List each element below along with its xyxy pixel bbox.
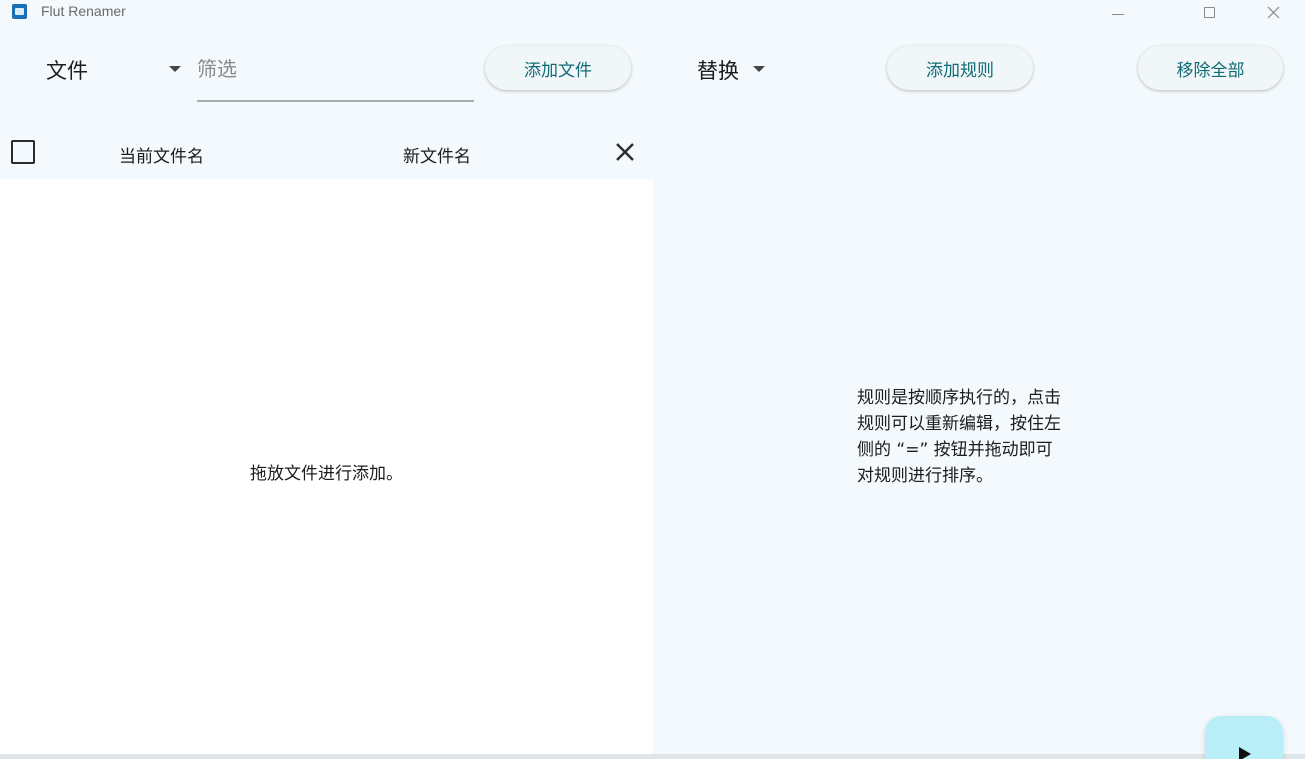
- column-current-filename: 当前文件名: [119, 147, 204, 167]
- app-icon: [12, 4, 27, 19]
- rule-type-dropdown[interactable]: 替换: [697, 55, 739, 85]
- rules-hint-line: 规则可以重新编辑，按住左: [857, 414, 1061, 434]
- file-table-header: [0, 125, 653, 179]
- chevron-down-icon[interactable]: [169, 66, 181, 72]
- window-title: Flut Renamer: [41, 3, 126, 19]
- add-file-button[interactable]: 添加文件: [485, 46, 631, 90]
- add-rule-button[interactable]: 添加规则: [887, 46, 1033, 90]
- select-all-checkbox[interactable]: [11, 140, 35, 164]
- close-icon: [616, 143, 634, 161]
- rules-hint-line: 规则是按顺序执行的，点击: [857, 388, 1061, 408]
- filter-field[interactable]: [197, 42, 474, 102]
- maximize-button[interactable]: [1186, 0, 1232, 24]
- run-rename-button[interactable]: [1205, 716, 1283, 759]
- bottom-divider: [0, 754, 1305, 759]
- clear-files-button[interactable]: [611, 138, 639, 166]
- chevron-down-icon[interactable]: [753, 66, 765, 72]
- rules-hint: 规则是按顺序执行的，点击 规则可以重新编辑，按住左 侧的 “=” 按钮并拖动即可…: [857, 385, 1107, 489]
- play-icon: [1239, 747, 1251, 759]
- file-mode-dropdown[interactable]: 文件: [46, 55, 88, 85]
- rules-hint-line: 对规则进行排序。: [857, 466, 993, 486]
- maximize-icon: [1203, 6, 1215, 18]
- column-new-filename: 新文件名: [403, 147, 471, 167]
- minimize-button[interactable]: [1095, 0, 1141, 24]
- minimize-icon: [1112, 13, 1124, 15]
- filter-input[interactable]: [197, 54, 467, 84]
- drop-files-hint: 拖放文件进行添加。: [250, 464, 403, 484]
- title-bar: Flut Renamer: [0, 0, 1305, 24]
- close-icon: [1267, 6, 1279, 18]
- close-window-button[interactable]: [1250, 0, 1296, 24]
- remove-all-button[interactable]: 移除全部: [1138, 46, 1283, 90]
- rules-hint-line: 侧的 “=” 按钮并拖动即可: [857, 440, 1053, 460]
